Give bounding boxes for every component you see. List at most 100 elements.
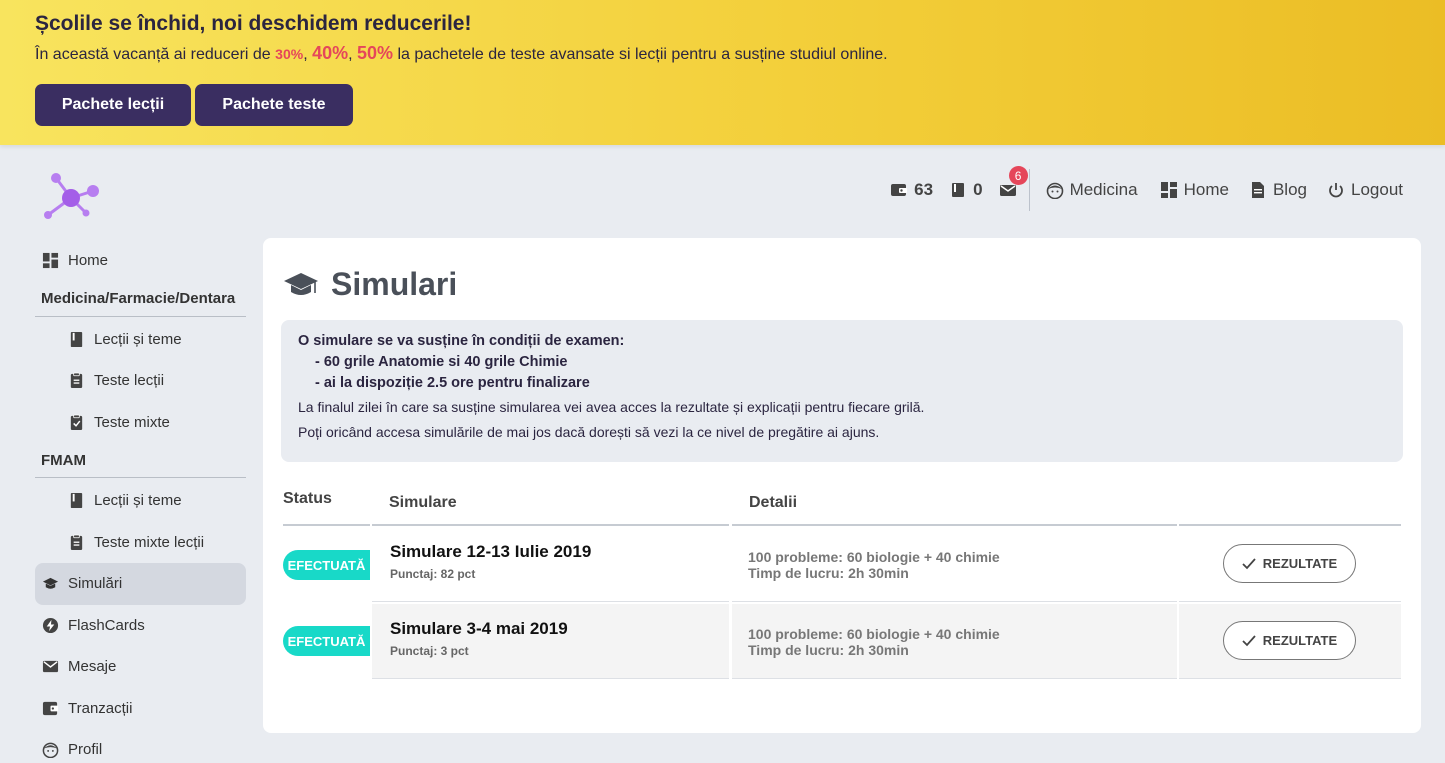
sidebar-item-fmam-teste[interactable]: Teste mixte lecții xyxy=(35,522,246,564)
sidebar-item-fmam-lectii[interactable]: Lecții și teme xyxy=(35,480,246,522)
table-header: Status Simulare Detalii xyxy=(263,486,1421,526)
graduation-cap-icon xyxy=(284,272,318,295)
sidebar-item-tranzactii[interactable]: Tranzacții xyxy=(35,688,246,730)
column-header-detalii: Detalii xyxy=(749,494,798,511)
details-time: Timp de lucru: 2h 30min xyxy=(748,642,909,658)
details-text: 100 probleme: 60 biologie + 40 chimie Ti… xyxy=(748,626,1000,658)
promo-banner: Școlile se închid, noi deschidem reducer… xyxy=(0,0,1445,145)
sidebar-item-label: Tranzacții xyxy=(68,699,133,717)
page-title: Simulari xyxy=(283,266,457,303)
nav-blog[interactable]: Blog xyxy=(1249,168,1307,212)
mail-icon xyxy=(42,661,59,673)
page-title-text: Simulari xyxy=(331,266,458,302)
nav-home-label: Home xyxy=(1183,180,1229,199)
column-header-status: Status xyxy=(283,490,332,507)
nav-logout[interactable]: Logout xyxy=(1327,168,1403,212)
results-button[interactable]: REZULTATE xyxy=(1223,621,1356,660)
simulation-score: Punctaj: 3 pct xyxy=(390,644,469,658)
promo-text-before: În această vacanță ai reduceri de xyxy=(35,46,276,63)
sidebar-item-label: Home xyxy=(68,252,109,270)
info-heading: O simulare se va susține în condiții de … xyxy=(298,333,625,349)
face-icon xyxy=(1046,182,1063,199)
mail-badge: 6 xyxy=(1008,166,1028,185)
sidebar-item-flashcards[interactable]: FlashCards xyxy=(35,605,246,647)
column-header-simulare: Simulare xyxy=(389,494,457,511)
clipboard-icon xyxy=(70,372,83,389)
molecule-logo[interactable] xyxy=(40,170,100,222)
nav-logout-label: Logout xyxy=(1351,180,1403,199)
sidebar-item-teste-mixte[interactable]: Teste mixte xyxy=(35,402,246,444)
profile-label: Medicina xyxy=(1069,180,1138,199)
promo-text: În această vacanță ai reduceri de 30%, 4… xyxy=(35,43,888,63)
graduation-cap-icon xyxy=(42,578,59,589)
results-label: REZULTATE xyxy=(1262,556,1338,571)
sidebar-item-label: Mesaje xyxy=(68,658,117,676)
promo-title: Școlile se închid, noi deschidem reducer… xyxy=(35,12,472,35)
sidebar-item-teste-lectii[interactable]: Teste lecții xyxy=(35,360,246,402)
promo-pct-50: 50% xyxy=(357,43,394,63)
check-icon xyxy=(1242,634,1256,646)
profile-link[interactable]: Medicina xyxy=(1046,168,1138,212)
simulare-cell: Simulare 12-13 Iulie 2019 Punctaj: 82 pc… xyxy=(372,527,729,602)
sidebar: Home Medicina/Farmacie/Dentara Lecții și… xyxy=(35,240,246,763)
book-icon xyxy=(70,493,83,509)
info-bullet: - ai la dispoziție 2.5 ore pentru finali… xyxy=(315,375,590,391)
main-card: Simulari O simulare se va susține în con… xyxy=(263,238,1421,733)
header-divider xyxy=(732,524,1177,526)
results-button[interactable]: REZULTATE xyxy=(1223,544,1356,583)
promo-text-after: la pachetele de teste avansate si lecții… xyxy=(393,46,888,63)
dashboard-icon xyxy=(42,253,59,269)
status-badge: EFECTUATĂ xyxy=(283,550,370,580)
info-bullet: - 60 grile Anatomie si 40 grile Chimie xyxy=(315,354,568,370)
sidebar-item-label: Lecții și teme xyxy=(94,330,182,348)
info-box: O simulare se va susține în condiții de … xyxy=(281,320,1403,462)
info-paragraph: Poți oricând accesa simulările de mai jo… xyxy=(298,424,880,440)
sidebar-section-fmam: FMAM xyxy=(35,443,246,478)
sidebar-item-profil[interactable]: Profil xyxy=(35,729,246,763)
details-problems: 100 probleme: 60 biologie + 40 chimie xyxy=(748,626,1000,642)
wallet-count: 63 xyxy=(914,180,934,199)
test-packages-button[interactable]: Pachete teste xyxy=(195,84,353,126)
sidebar-item-home[interactable]: Home xyxy=(35,240,246,282)
books-count[interactable]: 0 xyxy=(949,168,983,212)
sidebar-item-mesaje[interactable]: Mesaje xyxy=(35,646,246,688)
details-cell: 100 probleme: 60 biologie + 40 chimie Ti… xyxy=(732,527,1177,602)
clipboard-icon xyxy=(70,534,83,550)
simulation-title[interactable]: Simulare 12-13 Iulie 2019 xyxy=(390,542,591,562)
sidebar-item-label: Simulări xyxy=(68,575,123,593)
details-time: Timp de lucru: 2h 30min xyxy=(748,565,909,581)
info-paragraph: La finalul zilei în care sa susține simu… xyxy=(298,399,925,415)
lesson-packages-button[interactable]: Pachete lecții xyxy=(35,84,191,126)
mail-button[interactable]: 6 xyxy=(999,166,1028,212)
sidebar-section-medicina: Medicina/Farmacie/Dentara xyxy=(35,282,246,317)
nav-blog-label: Blog xyxy=(1272,180,1307,199)
header-divider xyxy=(283,524,370,526)
dashboard-icon xyxy=(1160,182,1177,198)
header-divider xyxy=(1179,524,1401,526)
sidebar-item-label: FlashCards xyxy=(68,616,145,634)
nav-divider xyxy=(1028,169,1030,211)
check-icon xyxy=(1242,557,1256,569)
wallet-icon xyxy=(891,184,908,196)
book-icon xyxy=(952,183,965,197)
face-icon xyxy=(42,742,59,759)
action-cell: REZULTATE xyxy=(1179,527,1401,602)
top-nav: 63 0 6 Medicina Home Blog Logout xyxy=(874,166,1403,212)
clipboard-check-icon xyxy=(70,414,83,430)
status-badge: EFECTUATĂ xyxy=(283,626,370,656)
sidebar-item-lectii[interactable]: Lecții și teme xyxy=(35,319,246,361)
document-icon xyxy=(1251,182,1264,198)
nav-home[interactable]: Home xyxy=(1160,168,1229,212)
lightning-icon xyxy=(42,617,59,633)
sidebar-item-label: Teste mixte lecții xyxy=(94,533,205,551)
action-cell: REZULTATE xyxy=(1179,604,1401,679)
wallet-balance[interactable]: 63 xyxy=(890,168,933,212)
books-value: 0 xyxy=(973,180,983,199)
header-divider xyxy=(372,524,729,526)
simulare-cell: Simulare 3-4 mai 2019 Punctaj: 3 pct xyxy=(372,604,729,679)
sidebar-item-simulari[interactable]: Simulări xyxy=(35,563,246,605)
book-icon xyxy=(70,331,83,347)
promo-pct-30: 30% xyxy=(275,46,304,62)
results-label: REZULTATE xyxy=(1262,633,1338,648)
simulation-title[interactable]: Simulare 3-4 mai 2019 xyxy=(390,619,568,639)
